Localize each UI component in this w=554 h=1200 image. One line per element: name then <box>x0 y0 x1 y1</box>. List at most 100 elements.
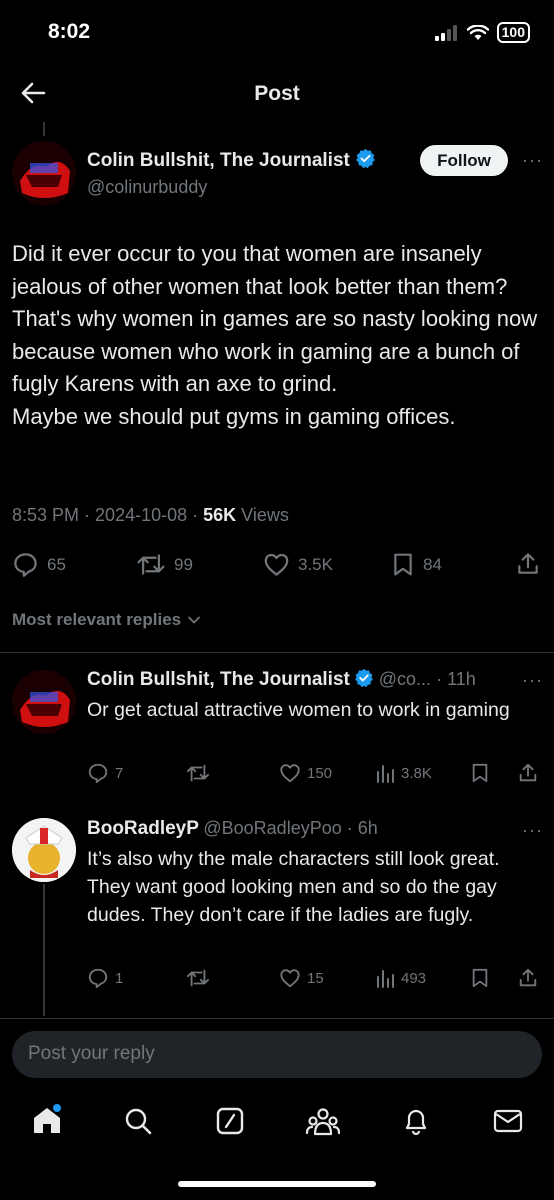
repost-count: 99 <box>174 554 193 574</box>
reply-author-name[interactable]: Colin Bullshit, The Journalist <box>87 669 350 690</box>
views-count: 493 <box>401 969 427 987</box>
share-button[interactable] <box>517 967 539 989</box>
bookmark-button[interactable]: 84 <box>391 551 442 578</box>
views-button[interactable]: 3.8K <box>375 762 432 784</box>
reply-author-handle[interactable]: @BooRadleyPoo <box>203 818 341 838</box>
bookmark-icon <box>472 968 488 988</box>
heart-icon <box>280 969 300 988</box>
like-button[interactable]: 3.5K <box>263 551 333 578</box>
like-count: 3.5K <box>298 554 333 574</box>
like-button[interactable]: 15 <box>279 967 324 989</box>
avatar[interactable] <box>12 670 76 734</box>
avatar[interactable] <box>12 818 76 882</box>
share-button[interactable] <box>517 762 539 784</box>
bookmark-button[interactable] <box>470 967 490 989</box>
divider <box>0 652 554 653</box>
status-time: 8:02 <box>48 20 91 43</box>
reply-icon <box>14 553 37 577</box>
divider <box>0 1018 554 1019</box>
views-label[interactable]: Views <box>241 505 289 525</box>
views-chart-icon <box>377 765 394 783</box>
views-count: 3.8K <box>401 764 432 782</box>
reply-time: 11h <box>447 669 476 689</box>
like-count: 150 <box>307 764 333 782</box>
more-options-icon[interactable]: ··· <box>522 820 543 841</box>
post-text: Did it ever occur to you that women are … <box>12 238 546 434</box>
post-text-line: Maybe we should put gyms in gaming offic… <box>12 403 456 429</box>
home-icon <box>34 1104 61 1133</box>
verified-badge-icon <box>355 668 374 688</box>
avatar-image-icon <box>12 141 76 205</box>
reply-icon <box>88 968 108 989</box>
repost-button[interactable] <box>186 762 216 784</box>
replies-sort-label: Most relevant replies <box>12 610 182 629</box>
reply-input-placeholder: Post your reply <box>28 1043 155 1064</box>
chevron-down-icon <box>188 616 201 624</box>
reply-button[interactable]: 7 <box>87 762 123 784</box>
reply-count: 65 <box>47 554 66 574</box>
share-icon <box>519 763 537 782</box>
author-name[interactable]: Colin Bullshit, The Journalist <box>87 148 376 172</box>
post-time: 8:53 PM <box>12 505 80 525</box>
reply-count: 7 <box>115 764 124 782</box>
repost-icon <box>137 554 165 575</box>
heart-icon <box>280 764 300 783</box>
reply-author-name[interactable]: BooRadleyP <box>87 818 199 839</box>
page-title: Post <box>254 82 300 105</box>
post-meta: 8:53 PM · 2024-10-08 · 56K Views <box>12 505 289 525</box>
verified-badge-icon <box>356 148 375 169</box>
share-icon <box>519 968 537 987</box>
bookmark-icon <box>394 553 412 576</box>
bookmark-button[interactable] <box>470 762 490 784</box>
nav-messages[interactable] <box>493 1108 523 1134</box>
home-indicator <box>178 1181 376 1187</box>
signal-icon <box>434 24 457 41</box>
author-handle[interactable]: @colinurbuddy <box>87 177 207 198</box>
nav-notifications[interactable] <box>401 1106 431 1136</box>
search-icon <box>125 1108 152 1135</box>
like-count: 15 <box>307 969 324 987</box>
nav-search[interactable] <box>123 1106 153 1136</box>
repost-icon <box>187 969 209 987</box>
more-options-icon[interactable]: ··· <box>522 150 543 171</box>
thread-line-top <box>43 122 45 136</box>
views-button[interactable]: 493 <box>375 967 426 989</box>
more-options-icon[interactable]: ··· <box>522 670 543 691</box>
like-button[interactable]: 150 <box>279 762 332 784</box>
battery-indicator: 100 <box>496 22 530 43</box>
communities-icon <box>306 1108 340 1136</box>
post-text-line: That's why women in games are so nasty l… <box>12 306 538 397</box>
avatar[interactable] <box>12 141 76 205</box>
reply-icon <box>88 763 108 784</box>
thread-line <box>43 884 45 1016</box>
share-button[interactable] <box>515 551 541 577</box>
reply-text: Or get actual attractive women to work i… <box>87 699 510 721</box>
post-date: 2024-10-08 <box>95 505 188 525</box>
reply-author-handle[interactable]: @co... <box>379 669 431 689</box>
heart-icon <box>264 553 289 576</box>
follow-button[interactable]: Follow <box>420 145 508 176</box>
reply-button[interactable]: 65 <box>12 551 66 578</box>
avatar-image-icon <box>12 818 76 882</box>
status-icons: 100 <box>434 22 530 43</box>
nav-communities[interactable] <box>306 1106 340 1136</box>
replies-sort-dropdown[interactable]: Most relevant replies <box>12 610 201 630</box>
mail-icon <box>493 1109 523 1133</box>
bookmark-count: 84 <box>423 554 442 574</box>
bookmark-icon <box>472 763 488 783</box>
reply-button[interactable]: 1 <box>87 967 123 989</box>
wifi-icon <box>466 24 489 40</box>
reply-text: It’s also why the male characters still … <box>87 848 500 926</box>
share-icon <box>518 553 538 574</box>
repost-icon <box>187 764 209 782</box>
repost-button[interactable] <box>186 967 216 989</box>
bell-icon <box>405 1109 427 1136</box>
nav-grok[interactable] <box>215 1106 245 1136</box>
reply-header: BooRadleyP @BooRadleyPoo · 6h <box>87 818 378 839</box>
avatar-image-icon <box>12 670 76 734</box>
reply-count: 1 <box>115 969 124 987</box>
post-text-line: Did it ever occur to you that women are … <box>12 241 508 299</box>
repost-button[interactable]: 99 <box>136 551 193 578</box>
grok-icon <box>216 1107 244 1135</box>
nav-home[interactable] <box>31 1104 63 1136</box>
